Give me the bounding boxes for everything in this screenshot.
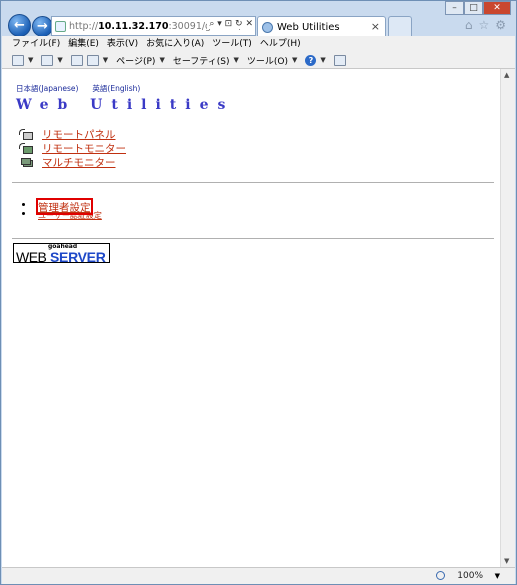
new-tab-button[interactable] xyxy=(388,16,412,36)
menu-edit[interactable]: 編集(E) xyxy=(68,36,99,52)
link-remote-panel[interactable]: リモートパネル xyxy=(19,127,126,141)
chevron-down-icon[interactable]: ▼ xyxy=(320,56,325,64)
vertical-scrollbar[interactable]: ▲ ▼ xyxy=(500,69,515,567)
link-remote-monitor[interactable]: リモートモニター xyxy=(19,141,126,155)
tab-close-icon[interactable]: × xyxy=(371,20,380,33)
forward-button[interactable]: → xyxy=(32,16,53,37)
page-title: Web Utilities xyxy=(16,97,235,113)
minimize-button[interactable]: – xyxy=(445,1,464,15)
remote-panel-icon xyxy=(19,128,34,140)
maximize-button[interactable]: □ xyxy=(464,1,483,15)
url-protocol: http:// xyxy=(69,20,99,32)
scroll-up-icon[interactable]: ▲ xyxy=(504,71,509,79)
command-bar: ▼ ▼ ▼ ページ(P) ▼ セーフティ(S) ▼ ツール(O) ▼ ? ▼ xyxy=(2,52,515,69)
tab-title: Web Utilities xyxy=(277,21,340,33)
menu-tools[interactable]: ツール(T) xyxy=(212,36,252,52)
home-page-icon[interactable] xyxy=(12,54,24,66)
utility-links: リモートパネル リモートモニター マルチモニター xyxy=(19,127,126,169)
menu-help[interactable]: ヘルプ(H) xyxy=(260,36,301,52)
divider xyxy=(12,238,494,239)
tab-web-utilities[interactable]: Web Utilities × xyxy=(257,16,386,37)
remote-panel-label[interactable]: リモートパネル xyxy=(42,127,116,142)
logo-web: WEB xyxy=(16,249,47,265)
menu-bar: ファイル(F) 編集(E) 表示(V) お気に入り(A) ツール(T) ヘルプ(… xyxy=(2,36,515,52)
settings-gear-icon[interactable]: ⚙ xyxy=(495,18,506,32)
zoom-level[interactable]: 100% xyxy=(457,571,483,581)
menu-view[interactable]: 表示(V) xyxy=(107,36,138,52)
chevron-down-icon[interactable]: ▼ xyxy=(57,56,62,64)
feeds-icon[interactable] xyxy=(41,54,54,66)
multi-monitor-icon xyxy=(19,157,34,168)
url-host: 10.11.32.170 xyxy=(98,20,169,32)
status-bar: 100% ▼ xyxy=(2,567,515,584)
address-controls[interactable]: ⌕ ▾ ⊡ ↻ ✕ xyxy=(207,19,253,29)
lang-english-link[interactable]: 英語(English) xyxy=(92,83,140,94)
scroll-down-icon[interactable]: ▼ xyxy=(504,557,509,565)
chevron-down-icon[interactable]: ▼ xyxy=(292,56,297,64)
browser-window: ← → http:// 10.11.32.170 :30091/goform/i… xyxy=(0,0,517,585)
close-button[interactable]: ✕ xyxy=(483,1,511,15)
research-icon[interactable] xyxy=(333,54,346,66)
print-icon[interactable] xyxy=(86,54,99,66)
page-content: 日本語(Japanese) 英語(English) Web Utilities … xyxy=(2,69,500,567)
address-bar[interactable]: http:// 10.11.32.170 :30091/goform/in ⌕ … xyxy=(51,16,256,36)
help-icon[interactable]: ? xyxy=(305,54,317,66)
browser-icons: ⌂ ☆ ⚙ xyxy=(465,18,506,32)
window-controls: – □ ✕ xyxy=(445,1,511,15)
chevron-down-icon[interactable]: ▼ xyxy=(28,56,33,64)
tools-menu[interactable]: ツール(O) xyxy=(247,54,288,67)
chevron-down-icon[interactable]: ▼ xyxy=(234,56,239,64)
ie-icon xyxy=(262,21,273,33)
zoom-icon xyxy=(436,571,445,580)
page-menu[interactable]: ページ(P) xyxy=(116,54,155,67)
chevron-down-icon[interactable]: ▼ xyxy=(159,56,164,64)
menu-favorites[interactable]: お気に入り(A) xyxy=(146,36,204,52)
chevron-down-icon[interactable]: ▼ xyxy=(103,56,108,64)
logo-server: SERVER xyxy=(50,249,106,265)
mail-icon[interactable] xyxy=(70,54,83,66)
remote-monitor-icon xyxy=(19,142,34,154)
goahead-webserver-logo[interactable]: goahead WEB SERVER xyxy=(13,243,110,265)
page-icon xyxy=(55,20,66,32)
safety-menu[interactable]: セーフティ(S) xyxy=(173,54,230,67)
admin-settings-link[interactable]: 管理者設定 xyxy=(38,200,91,215)
remote-monitor-label[interactable]: リモートモニター xyxy=(42,141,126,156)
divider xyxy=(12,182,494,183)
home-icon[interactable]: ⌂ xyxy=(465,18,473,32)
language-selector: 日本語(Japanese) 英語(English) xyxy=(16,83,140,94)
back-button[interactable]: ← xyxy=(8,14,31,37)
menu-file[interactable]: ファイル(F) xyxy=(12,36,60,52)
favorites-star-icon[interactable]: ☆ xyxy=(478,18,489,32)
chevron-down-icon[interactable]: ▼ xyxy=(495,572,500,580)
multi-monitor-label[interactable]: マルチモニター xyxy=(42,155,116,170)
lang-japanese-link[interactable]: 日本語(Japanese) xyxy=(16,83,78,94)
title-bar: ← → http:// 10.11.32.170 :30091/goform/i… xyxy=(1,1,516,37)
link-multi-monitor[interactable]: マルチモニター xyxy=(19,155,126,169)
